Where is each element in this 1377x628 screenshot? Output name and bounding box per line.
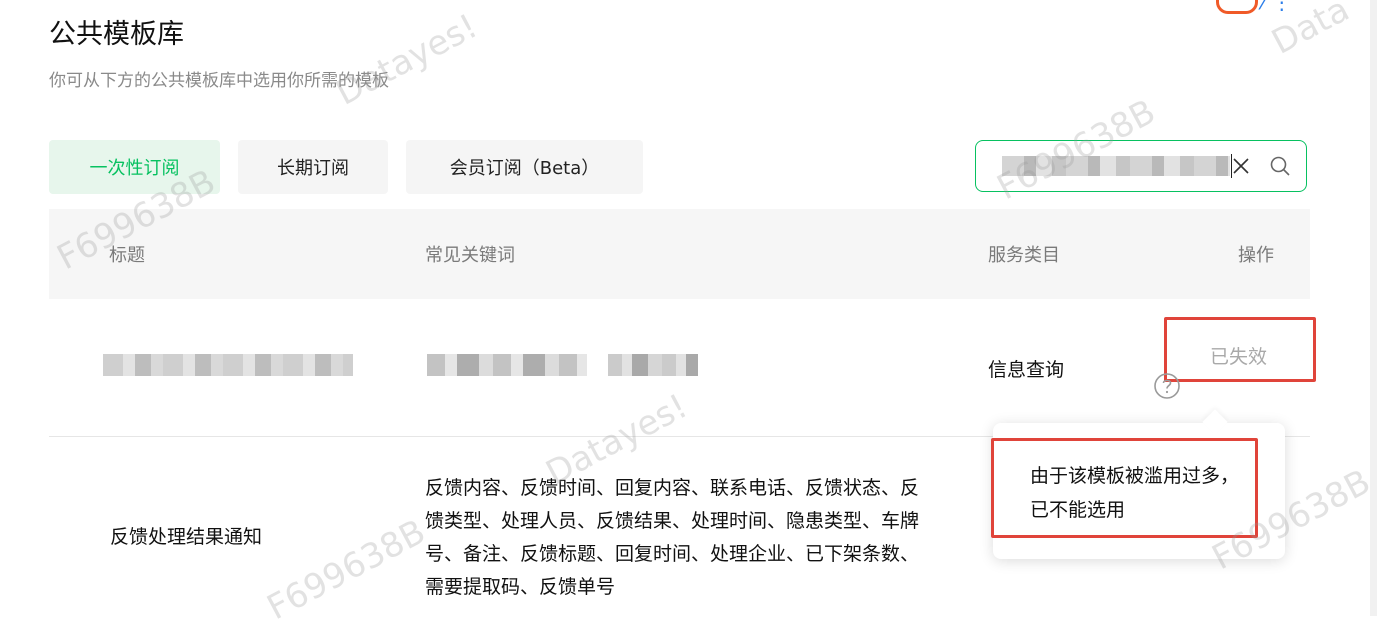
column-header-title: 标题 [109, 245, 145, 266]
toolbar-icons: ⁄ ⋮ [1262, 0, 1292, 14]
tab-member-subscription[interactable]: 会员订阅（Beta） [406, 140, 643, 194]
status-highlight-box [1164, 317, 1316, 382]
row-keywords-redacted [427, 354, 587, 376]
row-keywords-redacted [608, 354, 698, 376]
search-icon[interactable] [1268, 154, 1292, 178]
column-header-category: 服务类目 [988, 245, 1060, 266]
row-keywords-line: 馈类型、处理人员、反馈结果、处理时间、隐患类型、车牌 [425, 510, 920, 532]
watermark: Datayes! [329, 6, 484, 114]
row-keywords-line: 号、备注、反馈标题、回复时间、处理企业、已下架条数、 [425, 543, 920, 565]
watermark: F699638B [260, 511, 432, 628]
column-header-action: 操作 [1238, 245, 1274, 266]
tooltip-highlight-box [991, 438, 1258, 538]
table-header [49, 209, 1310, 299]
scrollbar[interactable] [1370, 0, 1377, 616]
toolbar-logo-icon [1216, 0, 1258, 14]
column-header-keywords: 常见关键词 [425, 245, 515, 266]
tab-long-term-subscription[interactable]: 长期订阅 [238, 140, 388, 194]
row-category: 信息查询 [988, 359, 1065, 381]
row-keywords-line: 反馈内容、反馈时间、回复内容、联系电话、反馈状态、反 [425, 477, 920, 499]
search-value-redacted [1002, 156, 1230, 176]
page-title: 公共模板库 [49, 19, 184, 50]
row-title-redacted [103, 354, 353, 376]
page-subtitle: 你可从下方的公共模板库中选用你所需的模板 [49, 71, 389, 91]
close-icon[interactable] [1230, 154, 1252, 178]
help-circle-icon[interactable] [1153, 372, 1181, 400]
row-title: 反馈处理结果通知 [110, 526, 263, 548]
row-keywords-line: 需要提取码、反馈单号 [425, 576, 616, 598]
tab-one-time-subscription[interactable]: 一次性订阅 [49, 140, 220, 194]
